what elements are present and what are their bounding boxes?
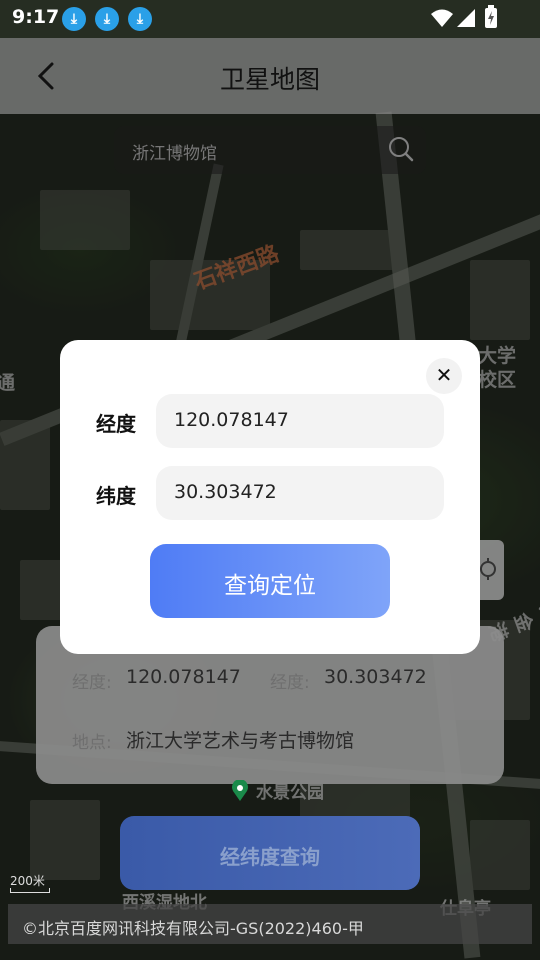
info-longitude-value: 120.078147 — [126, 666, 241, 688]
dialog-latitude-label: 纬度 — [96, 484, 136, 508]
wifi-icon — [431, 9, 453, 27]
coordinate-dialog: ✕ 经度 120.078147 纬度 30.303472 查询定位 — [60, 340, 480, 654]
battery-icon — [485, 5, 497, 28]
map-scale-label: 200米 — [10, 874, 45, 888]
app-bar: 卫星地图 — [0, 38, 540, 114]
signal-icon — [457, 9, 475, 27]
info-longitude-label: 经度: — [72, 673, 112, 693]
locate-query-button[interactable]: 查询定位 — [150, 544, 390, 618]
close-icon[interactable]: ✕ — [426, 358, 462, 394]
locate-query-label: 查询定位 — [224, 573, 316, 599]
longitude-field[interactable]: 120.078147 — [156, 394, 444, 448]
info-latitude-value: 30.303472 — [324, 666, 427, 688]
info-place-label: 地点: — [72, 733, 112, 753]
status-time: 9:17 — [12, 6, 60, 28]
dialog-longitude-label: 经度 — [96, 412, 136, 436]
park-pin-icon — [232, 780, 248, 801]
map-copyright: ©北京百度网讯科技有限公司-GS(2022)460-甲 — [8, 904, 532, 944]
latitude-field[interactable]: 30.303472 — [156, 466, 444, 520]
info-latitude-label: 经度: — [270, 673, 310, 693]
status-bar: 9:17 ⤓ ⤓ ⤓ — [0, 0, 540, 38]
download-icon: ⤓ — [95, 7, 119, 31]
page-title: 卫星地图 — [219, 65, 320, 94]
download-icon: ⤓ — [62, 7, 86, 31]
info-place-value: 浙江大学艺术与考古博物馆 — [126, 730, 355, 752]
copyright-text: ©北京百度网讯科技有限公司-GS(2022)460-甲 — [22, 919, 364, 938]
longitude-input-value[interactable]: 120.078147 — [174, 409, 289, 431]
latitude-input-value[interactable]: 30.303472 — [174, 481, 277, 503]
map-scale-bar — [10, 888, 50, 893]
coordinate-query-label: 经纬度查询 — [220, 845, 320, 869]
download-icon: ⤓ — [128, 7, 152, 31]
coordinate-query-button[interactable]: 经纬度查询 — [120, 816, 420, 890]
